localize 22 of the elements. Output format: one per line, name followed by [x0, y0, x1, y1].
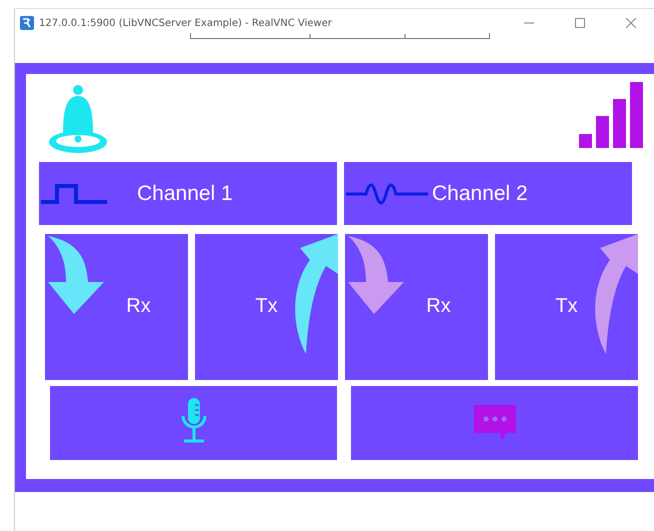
close-icon[interactable]: [626, 18, 636, 28]
tile-label: Rx: [426, 295, 451, 319]
microphone-icon: [180, 398, 206, 444]
channel-label: Channel 1: [137, 182, 233, 206]
microphone-button[interactable]: [50, 386, 337, 460]
transmit-tile[interactable]: Tx: [495, 234, 638, 380]
tile-label: Rx: [126, 295, 151, 319]
channel-label: Channel 2: [432, 182, 528, 206]
maximize-icon[interactable]: [575, 18, 585, 28]
transmit-tile[interactable]: Tx: [195, 234, 338, 380]
tile-label: Tx: [255, 295, 278, 319]
receive-tile[interactable]: Rx: [345, 234, 488, 380]
window-title: 127.0.0.1:5900 (LibVNCServer Example) - RealVNC Viewer: [39, 18, 332, 28]
tile-label: Tx: [555, 295, 578, 319]
channel-header[interactable]: Channel 1: [39, 162, 337, 225]
square-wave-icon: [41, 182, 107, 204]
channel-header[interactable]: Channel 2: [344, 162, 632, 225]
chat-bubble-icon: [474, 405, 516, 441]
receive-tile[interactable]: Rx: [45, 234, 188, 380]
signal-bars-icon: [579, 82, 643, 148]
sine-wave-icon: [346, 182, 428, 204]
app-icon: [20, 16, 34, 30]
